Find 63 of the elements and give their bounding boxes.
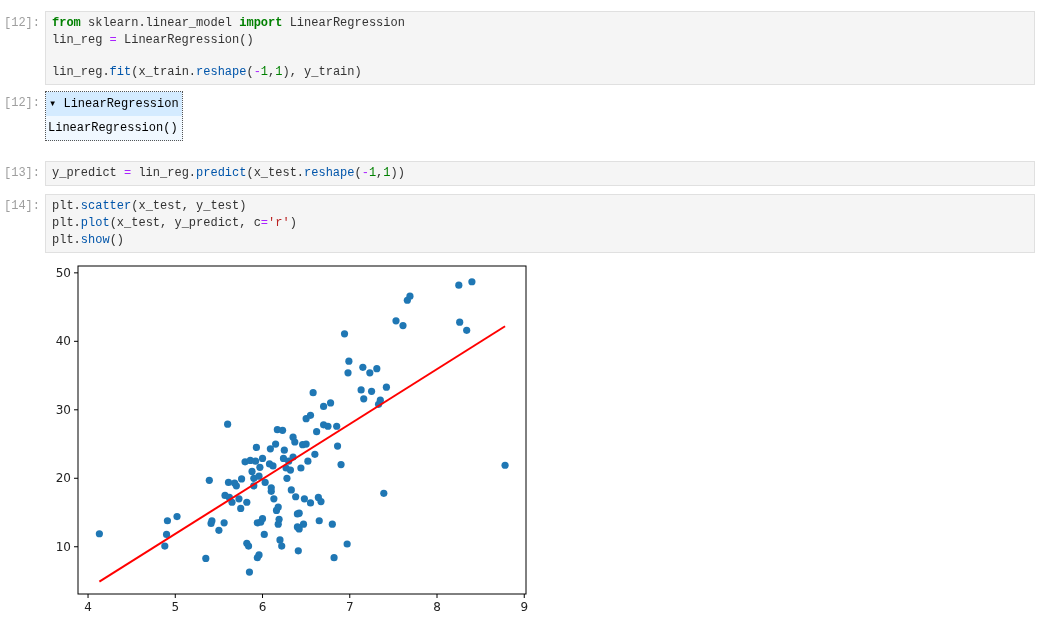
- data-point: [294, 547, 302, 555]
- tick-label: 40: [55, 334, 71, 349]
- data-point: [382, 383, 390, 391]
- code-line: y_predict = lin_reg.predict(x_test.reshape(-1,1)): [52, 165, 406, 182]
- tick-label: 30: [55, 402, 71, 417]
- tick-mark: [73, 272, 79, 274]
- data-point: [340, 330, 349, 338]
- data-point: [380, 489, 388, 497]
- code-line: from sklearn.linear_model import LinearRegression: [52, 15, 406, 32]
- data-point: [330, 554, 338, 562]
- tick-label: 50: [55, 265, 71, 280]
- data-point: [224, 420, 232, 428]
- data-point: [260, 530, 268, 539]
- cell-prompt: [14]:: [4, 198, 40, 215]
- estimator-toggle[interactable]: ▾ LinearRegression: [46, 92, 182, 116]
- tick-label: 7: [345, 600, 354, 614]
- tick-mark: [436, 593, 438, 599]
- data-point: [245, 568, 254, 576]
- data-point: [344, 369, 352, 377]
- tick-mark: [73, 340, 79, 342]
- tick-mark: [73, 546, 79, 548]
- tick-mark: [262, 593, 263, 599]
- data-point: [343, 540, 351, 548]
- tick-label: 4: [84, 600, 92, 614]
- data-point: [95, 530, 103, 538]
- tick-label: 5: [171, 600, 180, 614]
- code-line: plt.plot(x_test, y_predict, c='r'): [52, 215, 298, 232]
- code-cell[interactable]: y_predict = lin_reg.predict(x_test.reshape(-1,1)): [45, 161, 1035, 186]
- tick-mark: [349, 593, 351, 599]
- tick-mark: [523, 593, 525, 599]
- code-line: plt.show(): [52, 232, 126, 249]
- tick-label: 9: [520, 600, 529, 614]
- data-point: [309, 389, 317, 397]
- code-cell[interactable]: from sklearn.linear_model import LinearRegression lin_reg = LinearRegression() lin_reg.fit(x_train.reshape(-1,1), y_train): [45, 11, 1035, 85]
- cell-prompt: [12]:: [4, 15, 40, 32]
- data-point: [161, 542, 169, 550]
- estimator-repr: LinearRegression(): [47, 120, 179, 137]
- data-point: [337, 461, 345, 469]
- data-point: [328, 520, 336, 528]
- data-point: [345, 357, 353, 365]
- tick-mark: [174, 593, 176, 599]
- tick-label: 20: [55, 471, 71, 486]
- data-point: [501, 461, 509, 469]
- data-point: [202, 554, 210, 562]
- data-point: [252, 443, 260, 452]
- data-point: [333, 442, 342, 450]
- tick-label: 10: [55, 539, 71, 554]
- tick-label: 8: [433, 600, 441, 614]
- data-point: [205, 476, 213, 484]
- tick-mark: [73, 477, 79, 479]
- code-line: lin_reg = LinearRegression(): [52, 32, 255, 49]
- code-cell[interactable]: plt.scatter(x_test, y_test) plt.plot(x_test, y_predict, c='r') plt.show(): [45, 194, 1035, 253]
- cell-prompt: [12]:: [4, 95, 40, 112]
- code-line: lin_reg.fit(x_train.reshape(-1,1), y_train): [52, 64, 363, 81]
- cell-prompt: [13]:: [4, 165, 40, 182]
- data-point: [162, 530, 171, 539]
- tick-mark: [87, 593, 89, 599]
- tick-mark: [73, 409, 79, 411]
- code-line: plt.scatter(x_test, y_test): [52, 198, 248, 215]
- tick-label: 6: [258, 600, 267, 614]
- data-point: [468, 278, 476, 286]
- data-point: [455, 281, 463, 289]
- data-point: [315, 517, 323, 525]
